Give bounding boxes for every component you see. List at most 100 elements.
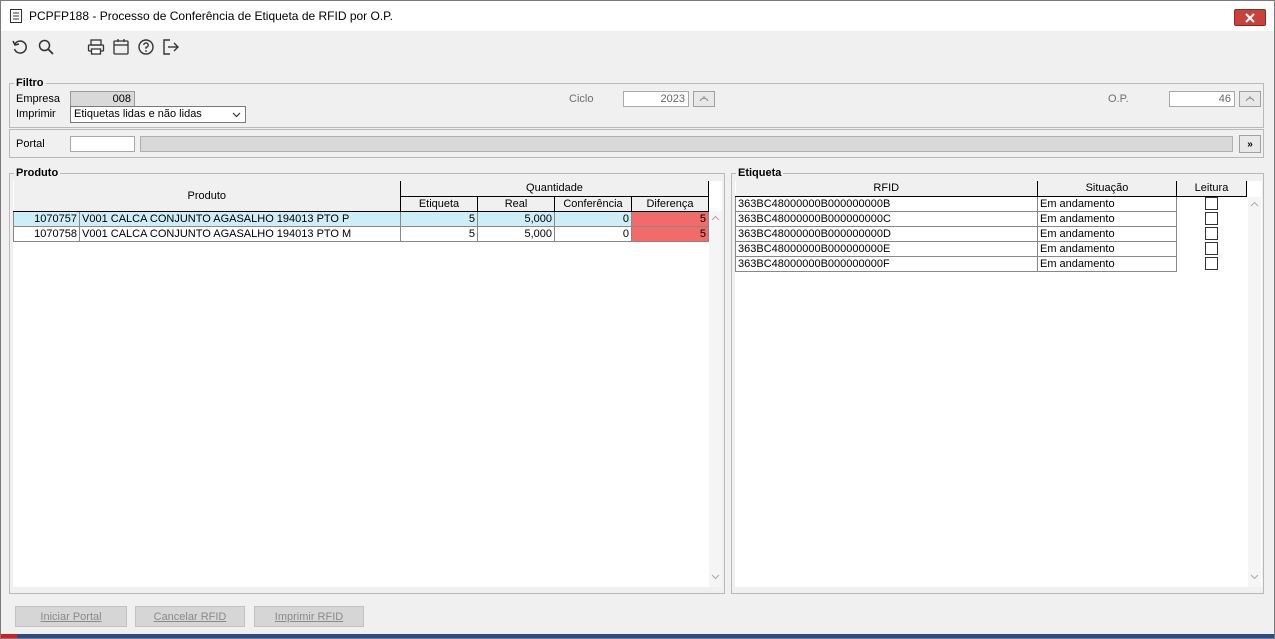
column-header-rfid[interactable]: RFID [735, 181, 1038, 197]
cell-leitura [1177, 211, 1247, 226]
cell-diferenca: 5 [631, 210, 709, 227]
empresa-label: Empresa [16, 93, 61, 105]
window-title: PCPFP188 - Processo de Conferência de Et… [29, 9, 393, 23]
chevron-down-icon [232, 112, 241, 118]
imprimir-select[interactable]: Etiquetas lidas e não lidas [70, 106, 246, 123]
cell-rfid: 363BC48000000B000000000F [735, 255, 1038, 272]
document-icon [10, 9, 22, 23]
portal-go-button[interactable]: » [1239, 135, 1261, 153]
column-header-diferenca[interactable]: Diferença [631, 195, 709, 212]
table-row[interactable]: 1070758 V001 CALCA CONJUNTO AGASALHO 194… [13, 225, 709, 242]
leitura-checkbox[interactable] [1205, 212, 1219, 225]
cell-real: 5,000 [477, 210, 555, 227]
cell-conferencia: 0 [554, 210, 632, 227]
table-row[interactable]: 363BC48000000B000000000C Em andamento [735, 210, 1247, 227]
leitura-checkbox[interactable] [1205, 227, 1219, 240]
column-header-leitura[interactable]: Leitura [1176, 181, 1247, 197]
imprimir-rfid-label: Imprimir RFID [274, 610, 344, 623]
cell-situacao: Em andamento [1037, 225, 1177, 242]
cell-etiqueta: 5 [400, 225, 478, 242]
print-icon[interactable] [87, 38, 105, 56]
column-header-etiqueta[interactable]: Etiqueta [400, 195, 478, 212]
leitura-checkbox[interactable] [1205, 197, 1219, 211]
filter-group-label: Filtro [14, 77, 46, 89]
cancelar-rfid-button[interactable]: Cancelar RFID [135, 606, 245, 627]
cell-code: 1070758 [13, 225, 80, 242]
application-window: PCPFP188 - Processo de Conferência de Et… [0, 0, 1275, 639]
close-button[interactable] [1234, 9, 1266, 26]
column-header-quantidade[interactable]: Quantidade [400, 181, 709, 197]
close-icon [1245, 12, 1255, 23]
cell-rfid: 363BC48000000B000000000B [735, 195, 1038, 212]
cell-conferencia: 0 [554, 225, 632, 242]
leitura-checkbox[interactable] [1205, 257, 1219, 270]
etiqueta-group-label: Etiqueta [736, 167, 784, 179]
portal-label: Portal [16, 138, 45, 150]
portal-progress-bar [140, 136, 1233, 152]
iniciar-portal-label: Iniciar Portal [40, 610, 102, 623]
cell-leitura [1177, 196, 1247, 211]
cell-leitura [1177, 241, 1247, 256]
produto-grid: Produto Quantidade Etiqueta Real Conferê… [13, 181, 722, 587]
lookup-icon [699, 96, 709, 102]
cell-situacao: Em andamento [1037, 210, 1177, 227]
cell-leitura [1177, 226, 1247, 241]
table-row[interactable]: 1070757 V001 CALCA CONJUNTO AGASALHO 194… [13, 210, 709, 227]
op-label: O.P. [1108, 93, 1129, 105]
calendar-icon[interactable] [112, 38, 130, 56]
search-icon[interactable] [37, 38, 55, 56]
bottom-border [1, 634, 1274, 638]
toolbar [1, 31, 1274, 63]
column-header-produto[interactable]: Produto [13, 181, 401, 212]
table-row[interactable]: 363BC48000000B000000000E Em andamento [735, 240, 1247, 257]
cancelar-rfid-label: Cancelar RFID [153, 610, 227, 623]
imprimir-rfid-button[interactable]: Imprimir RFID [254, 606, 364, 627]
exit-icon[interactable] [162, 38, 180, 56]
cell-rfid: 363BC48000000B000000000C [735, 210, 1038, 227]
cell-leitura [1177, 256, 1247, 271]
produto-group-label: Produto [14, 167, 61, 179]
help-icon[interactable] [137, 38, 155, 56]
op-lookup-button[interactable] [1239, 91, 1261, 107]
column-header-situacao[interactable]: Situação [1037, 181, 1177, 197]
lookup-icon [1245, 96, 1255, 102]
cell-situacao: Em andamento [1037, 195, 1177, 212]
leitura-checkbox[interactable] [1205, 242, 1219, 255]
iniciar-portal-button[interactable]: Iniciar Portal [15, 606, 127, 627]
produto-table: Produto Quantidade Etiqueta Real Conferê… [13, 181, 709, 242]
cell-etiqueta: 5 [400, 210, 478, 227]
op-field[interactable]: 46 [1169, 91, 1235, 107]
produto-scrollbar[interactable] [709, 211, 722, 587]
imprimir-label: Imprimir [16, 108, 56, 120]
cell-desc: V001 CALCA CONJUNTO AGASALHO 194013 PTO … [79, 225, 401, 242]
cell-real: 5,000 [477, 225, 555, 242]
cell-desc: V001 CALCA CONJUNTO AGASALHO 194013 PTO … [79, 210, 401, 227]
ciclo-lookup-button[interactable] [693, 91, 715, 107]
table-row[interactable]: 363BC48000000B000000000D Em andamento [735, 225, 1247, 242]
portal-field[interactable] [70, 136, 135, 152]
column-header-real[interactable]: Real [477, 195, 555, 212]
table-row[interactable]: 363BC48000000B000000000B Em andamento [735, 195, 1247, 212]
ciclo-field[interactable]: 2023 [623, 91, 689, 107]
table-row[interactable]: 363BC48000000B000000000F Em andamento [735, 255, 1247, 272]
cell-situacao: Em andamento [1037, 240, 1177, 257]
etiqueta-table: RFID Situação Leitura 363BC48000000B0000… [735, 181, 1247, 272]
cell-rfid: 363BC48000000B000000000D [735, 225, 1038, 242]
ciclo-label: Ciclo [569, 93, 594, 105]
cell-rfid: 363BC48000000B000000000E [735, 240, 1038, 257]
empresa-field[interactable]: 008 [70, 91, 135, 107]
cell-code: 1070757 [13, 210, 80, 227]
refresh-icon[interactable] [11, 38, 29, 56]
imprimir-select-value: Etiquetas lidas e não lidas [74, 108, 202, 120]
scroll-down-icon[interactable] [711, 574, 720, 580]
bottom-accent [1, 634, 17, 638]
cell-diferenca: 5 [631, 225, 709, 242]
etiqueta-grid: RFID Situação Leitura 363BC48000000B0000… [735, 181, 1262, 587]
title-bar: PCPFP188 - Processo de Conferência de Et… [1, 1, 1274, 31]
scroll-up-icon[interactable] [1250, 201, 1259, 207]
column-header-conferencia[interactable]: Conferência [554, 195, 632, 212]
scroll-up-icon[interactable] [711, 215, 720, 221]
cell-situacao: Em andamento [1037, 255, 1177, 272]
etiqueta-scrollbar[interactable] [1248, 197, 1261, 587]
scroll-down-icon[interactable] [1250, 574, 1259, 580]
